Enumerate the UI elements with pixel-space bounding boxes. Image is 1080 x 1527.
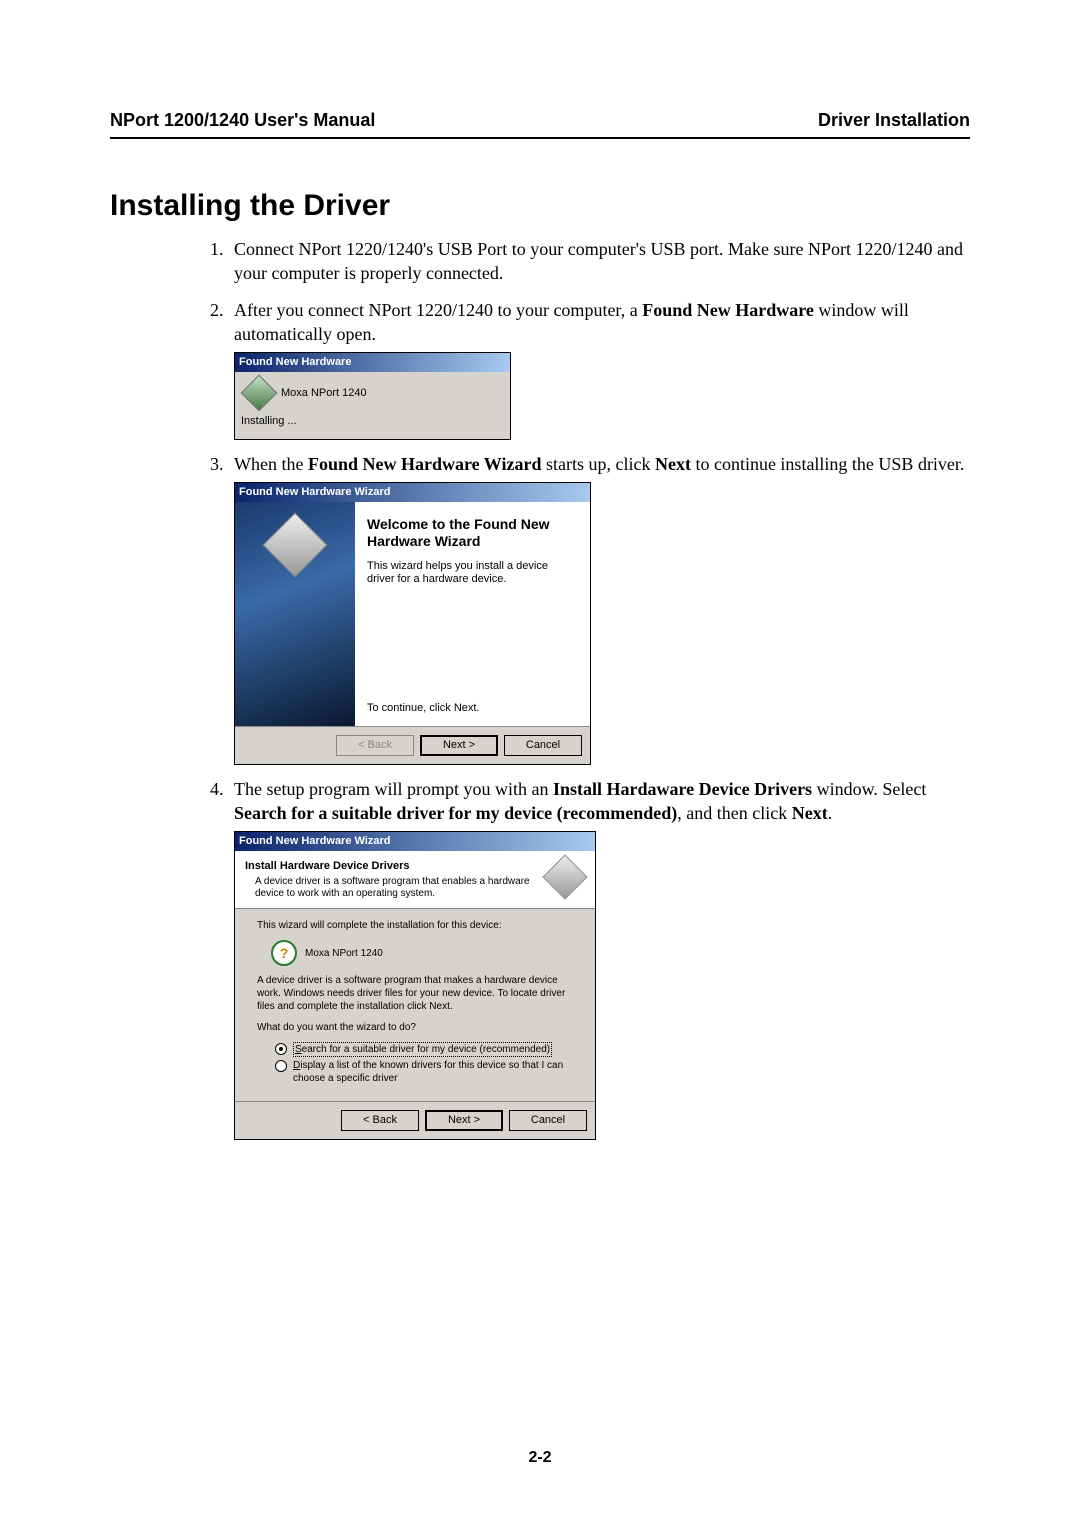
back-button[interactable]: < Back — [341, 1110, 419, 1131]
header-left: NPort 1200/1240 User's Manual — [110, 110, 375, 131]
step-2: After you connect NPort 1220/1240 to you… — [228, 298, 970, 440]
step-4: The setup program will prompt you with a… — [228, 777, 970, 1140]
radio-icon — [275, 1060, 287, 1072]
radio-icon — [275, 1043, 287, 1055]
radio-option-display-list[interactable]: Display a list of the known drivers for … — [275, 1059, 573, 1085]
next-button[interactable]: Next > — [425, 1110, 503, 1131]
step-4-text-c: window. Select — [812, 779, 926, 799]
popup-status: Installing ... — [241, 414, 504, 429]
step-4-text-f: Next — [792, 803, 828, 823]
step-1-text: Connect NPort 1220/1240's USB Port to yo… — [234, 239, 963, 283]
wizard2-device: Moxa NPort 1240 — [305, 947, 383, 960]
step-4-text-a: The setup program will prompt you with a… — [234, 779, 553, 799]
wizard2-paragraph: A device driver is a software program th… — [257, 974, 573, 1013]
wizard2-head-sub: A device driver is a software program th… — [255, 876, 545, 900]
cancel-button[interactable]: Cancel — [509, 1110, 587, 1131]
radio-option-search[interactable]: Search for a suitable driver for my devi… — [275, 1042, 573, 1057]
popup-device-name: Moxa NPort 1240 — [281, 386, 367, 401]
step-3-text-d: Next — [655, 454, 691, 474]
wizard2-titlebar: Found New Hardware Wizard — [235, 832, 595, 851]
step-3-text-a: When the — [234, 454, 308, 474]
step-3: When the Found New Hardware Wizard start… — [228, 452, 970, 765]
page-header: NPort 1200/1240 User's Manual Driver Ins… — [110, 110, 970, 139]
popup-title: Found New Hardware — [235, 353, 510, 372]
wizard2-head-title: Install Hardware Device Drivers — [245, 859, 545, 874]
opt1-label: earch for a suitable driver for my devic… — [302, 1044, 550, 1055]
opt2-label: isplay a list of the known drivers for t… — [293, 1060, 563, 1084]
question-icon: ? — [271, 940, 297, 966]
step-3-text-e: to continue installing the USB driver. — [691, 454, 964, 474]
step-3-text-c: starts up, click — [541, 454, 654, 474]
wizard1-continue: To continue, click Next. — [367, 701, 480, 716]
step-4-text-d: Search for a suitable driver for my devi… — [234, 803, 677, 823]
page-number: 2-2 — [0, 1449, 1080, 1467]
step-2-text-a: After you connect NPort 1220/1240 to you… — [234, 300, 642, 320]
header-right: Driver Installation — [818, 110, 970, 131]
steps-list: Connect NPort 1220/1240's USB Port to yo… — [200, 237, 970, 1140]
step-2-text-b: Found New Hardware — [642, 300, 814, 320]
step-4-text-g: . — [828, 803, 833, 823]
wizard1-side-icon — [262, 512, 327, 577]
wizard2-line1: This wizard will complete the installati… — [257, 919, 573, 932]
wizard1-text: This wizard helps you install a device d… — [367, 560, 578, 586]
wizard-install-drivers-dialog: Found New Hardware Wizard Install Hardwa… — [234, 831, 596, 1140]
step-3-text-b: Found New Hardware Wizard — [308, 454, 542, 474]
next-button[interactable]: Next > — [420, 735, 498, 756]
wizard1-titlebar: Found New Hardware Wizard — [235, 483, 590, 502]
step-4-text-b: Install Hardaware Device Drivers — [553, 779, 812, 799]
wizard2-question: What do you want the wizard to do? — [257, 1021, 573, 1034]
step-4-text-e: , and then click — [677, 803, 791, 823]
wizard1-sidebar — [235, 502, 355, 726]
cancel-button[interactable]: Cancel — [504, 735, 582, 756]
found-new-hardware-popup: Found New Hardware Moxa NPort 1240 Insta… — [234, 352, 511, 440]
device-icon — [245, 380, 273, 406]
wizard-welcome-dialog: Found New Hardware Wizard Welcome to the… — [234, 482, 591, 765]
step-1: Connect NPort 1220/1240's USB Port to yo… — [228, 237, 970, 286]
opt1-accel: S — [295, 1044, 302, 1055]
back-button: < Back — [336, 735, 414, 756]
wizard1-heading: Welcome to the Found New Hardware Wizard — [367, 516, 578, 550]
wizard2-head-icon — [542, 855, 587, 900]
section-title: Installing the Driver — [110, 189, 970, 223]
